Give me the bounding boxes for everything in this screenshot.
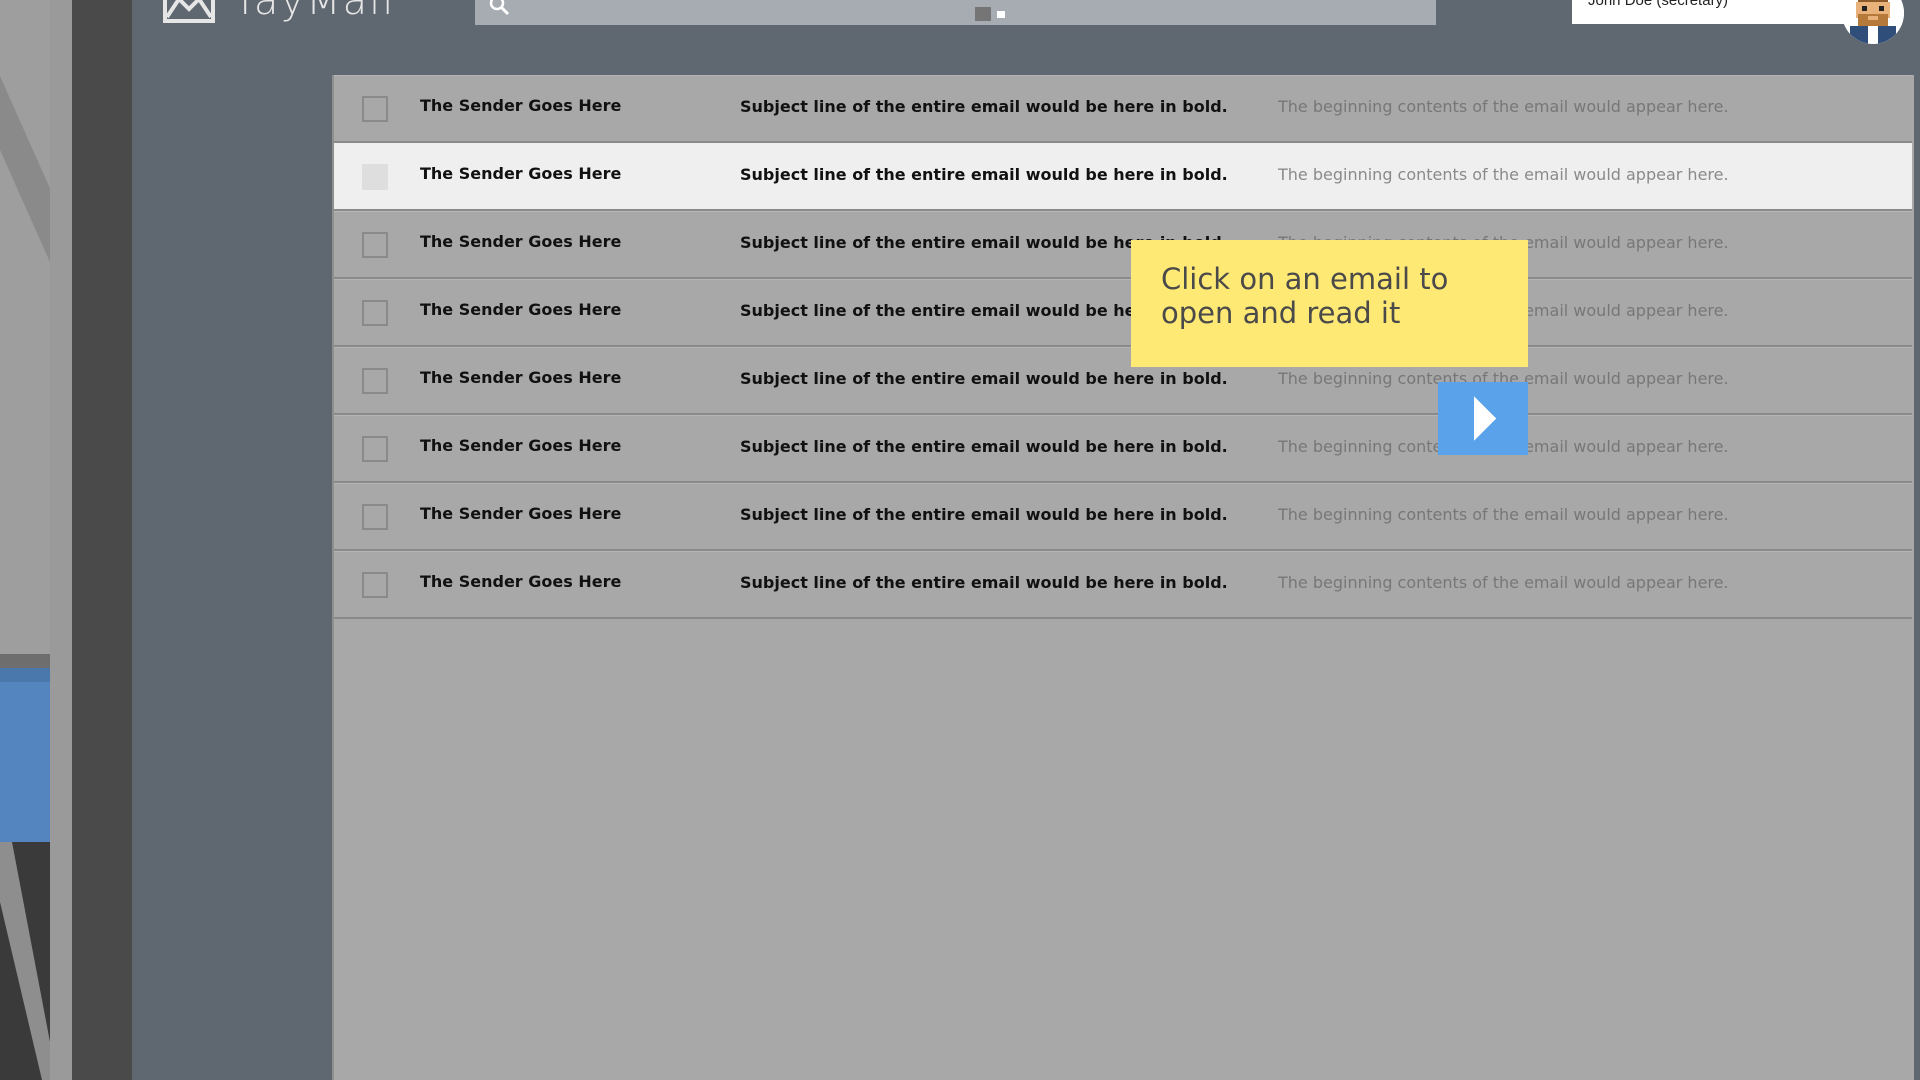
- dark-sidebar: [72, 0, 132, 1080]
- email-subject: Subject line of the entire email would b…: [740, 437, 1228, 456]
- select-checkbox[interactable]: [362, 572, 388, 598]
- email-subject: Subject line of the entire email would b…: [740, 505, 1228, 524]
- email-sender: The Sender Goes Here: [420, 96, 622, 115]
- background-band-blue: [0, 668, 50, 682]
- email-row[interactable]: The Sender Goes Here Subject line of the…: [334, 347, 1912, 415]
- search-icon[interactable]: [489, 0, 511, 20]
- search-bar[interactable]: [475, 0, 1436, 25]
- background-blue-block: [0, 682, 50, 842]
- email-sender: The Sender Goes Here: [420, 232, 622, 251]
- select-checkbox[interactable]: [362, 164, 388, 190]
- loading-indicator: [975, 7, 991, 21]
- tutorial-next-button[interactable]: [1438, 382, 1528, 455]
- email-row[interactable]: The Sender Goes Here Subject line of the…: [334, 279, 1912, 347]
- email-preview: The beginning contents of the email woul…: [1278, 97, 1729, 116]
- background-dark-block: [0, 842, 50, 1080]
- background-window-strip: [0, 0, 50, 1080]
- user-name: John Doe (secretary): [1588, 0, 1729, 9]
- play-arrow-icon: [1474, 396, 1496, 441]
- email-row[interactable]: The Sender Goes Here Subject line of the…: [334, 551, 1912, 619]
- email-sender: The Sender Goes Here: [420, 300, 622, 319]
- tutorial-tooltip: Click on an email to open and read it: [1131, 240, 1528, 367]
- app-logo[interactable]: YayMail: [163, 0, 395, 24]
- email-sender: The Sender Goes Here: [420, 368, 622, 387]
- email-subject: Subject line of the entire email would b…: [740, 369, 1228, 388]
- select-checkbox[interactable]: [362, 96, 388, 122]
- email-subject: Subject line of the entire email would b…: [740, 573, 1228, 592]
- email-sender: The Sender Goes Here: [420, 436, 622, 455]
- envelope-icon: [163, 0, 215, 23]
- tutorial-text: Click on an email to open and read it: [1161, 262, 1449, 330]
- background-diagonal: [0, 47, 50, 298]
- email-row[interactable]: The Sender Goes Here Subject line of the…: [334, 483, 1912, 551]
- email-row[interactable]: The Sender Goes Here Subject line of the…: [334, 211, 1912, 279]
- select-checkbox[interactable]: [362, 232, 388, 258]
- email-row[interactable]: The Sender Goes Here Subject line of the…: [334, 143, 1912, 211]
- app-name: YayMail: [233, 0, 396, 24]
- select-checkbox[interactable]: [362, 436, 388, 462]
- email-preview: The beginning contents of the email woul…: [1278, 505, 1729, 524]
- email-row[interactable]: The Sender Goes Here Subject line of the…: [334, 415, 1912, 483]
- email-preview: The beginning contents of the email woul…: [1278, 573, 1729, 592]
- email-list: The Sender Goes Here Subject line of the…: [332, 75, 1914, 1080]
- email-subject: Subject line of the entire email would b…: [740, 165, 1228, 184]
- email-sender: The Sender Goes Here: [420, 164, 622, 183]
- email-sender: The Sender Goes Here: [420, 504, 622, 523]
- select-checkbox[interactable]: [362, 504, 388, 530]
- email-sender: The Sender Goes Here: [420, 572, 622, 591]
- user-account-box[interactable]: John Doe (secretary): [1572, 0, 1857, 24]
- email-subject: Subject line of the entire email would b…: [740, 97, 1228, 116]
- loading-indicator-dot: [997, 11, 1005, 18]
- background-gap: [50, 0, 72, 1080]
- background-band: [0, 654, 50, 668]
- email-row[interactable]: The Sender Goes Here Subject line of the…: [334, 75, 1912, 143]
- select-checkbox[interactable]: [362, 300, 388, 326]
- email-preview: The beginning contents of the email woul…: [1278, 165, 1729, 184]
- select-checkbox[interactable]: [362, 368, 388, 394]
